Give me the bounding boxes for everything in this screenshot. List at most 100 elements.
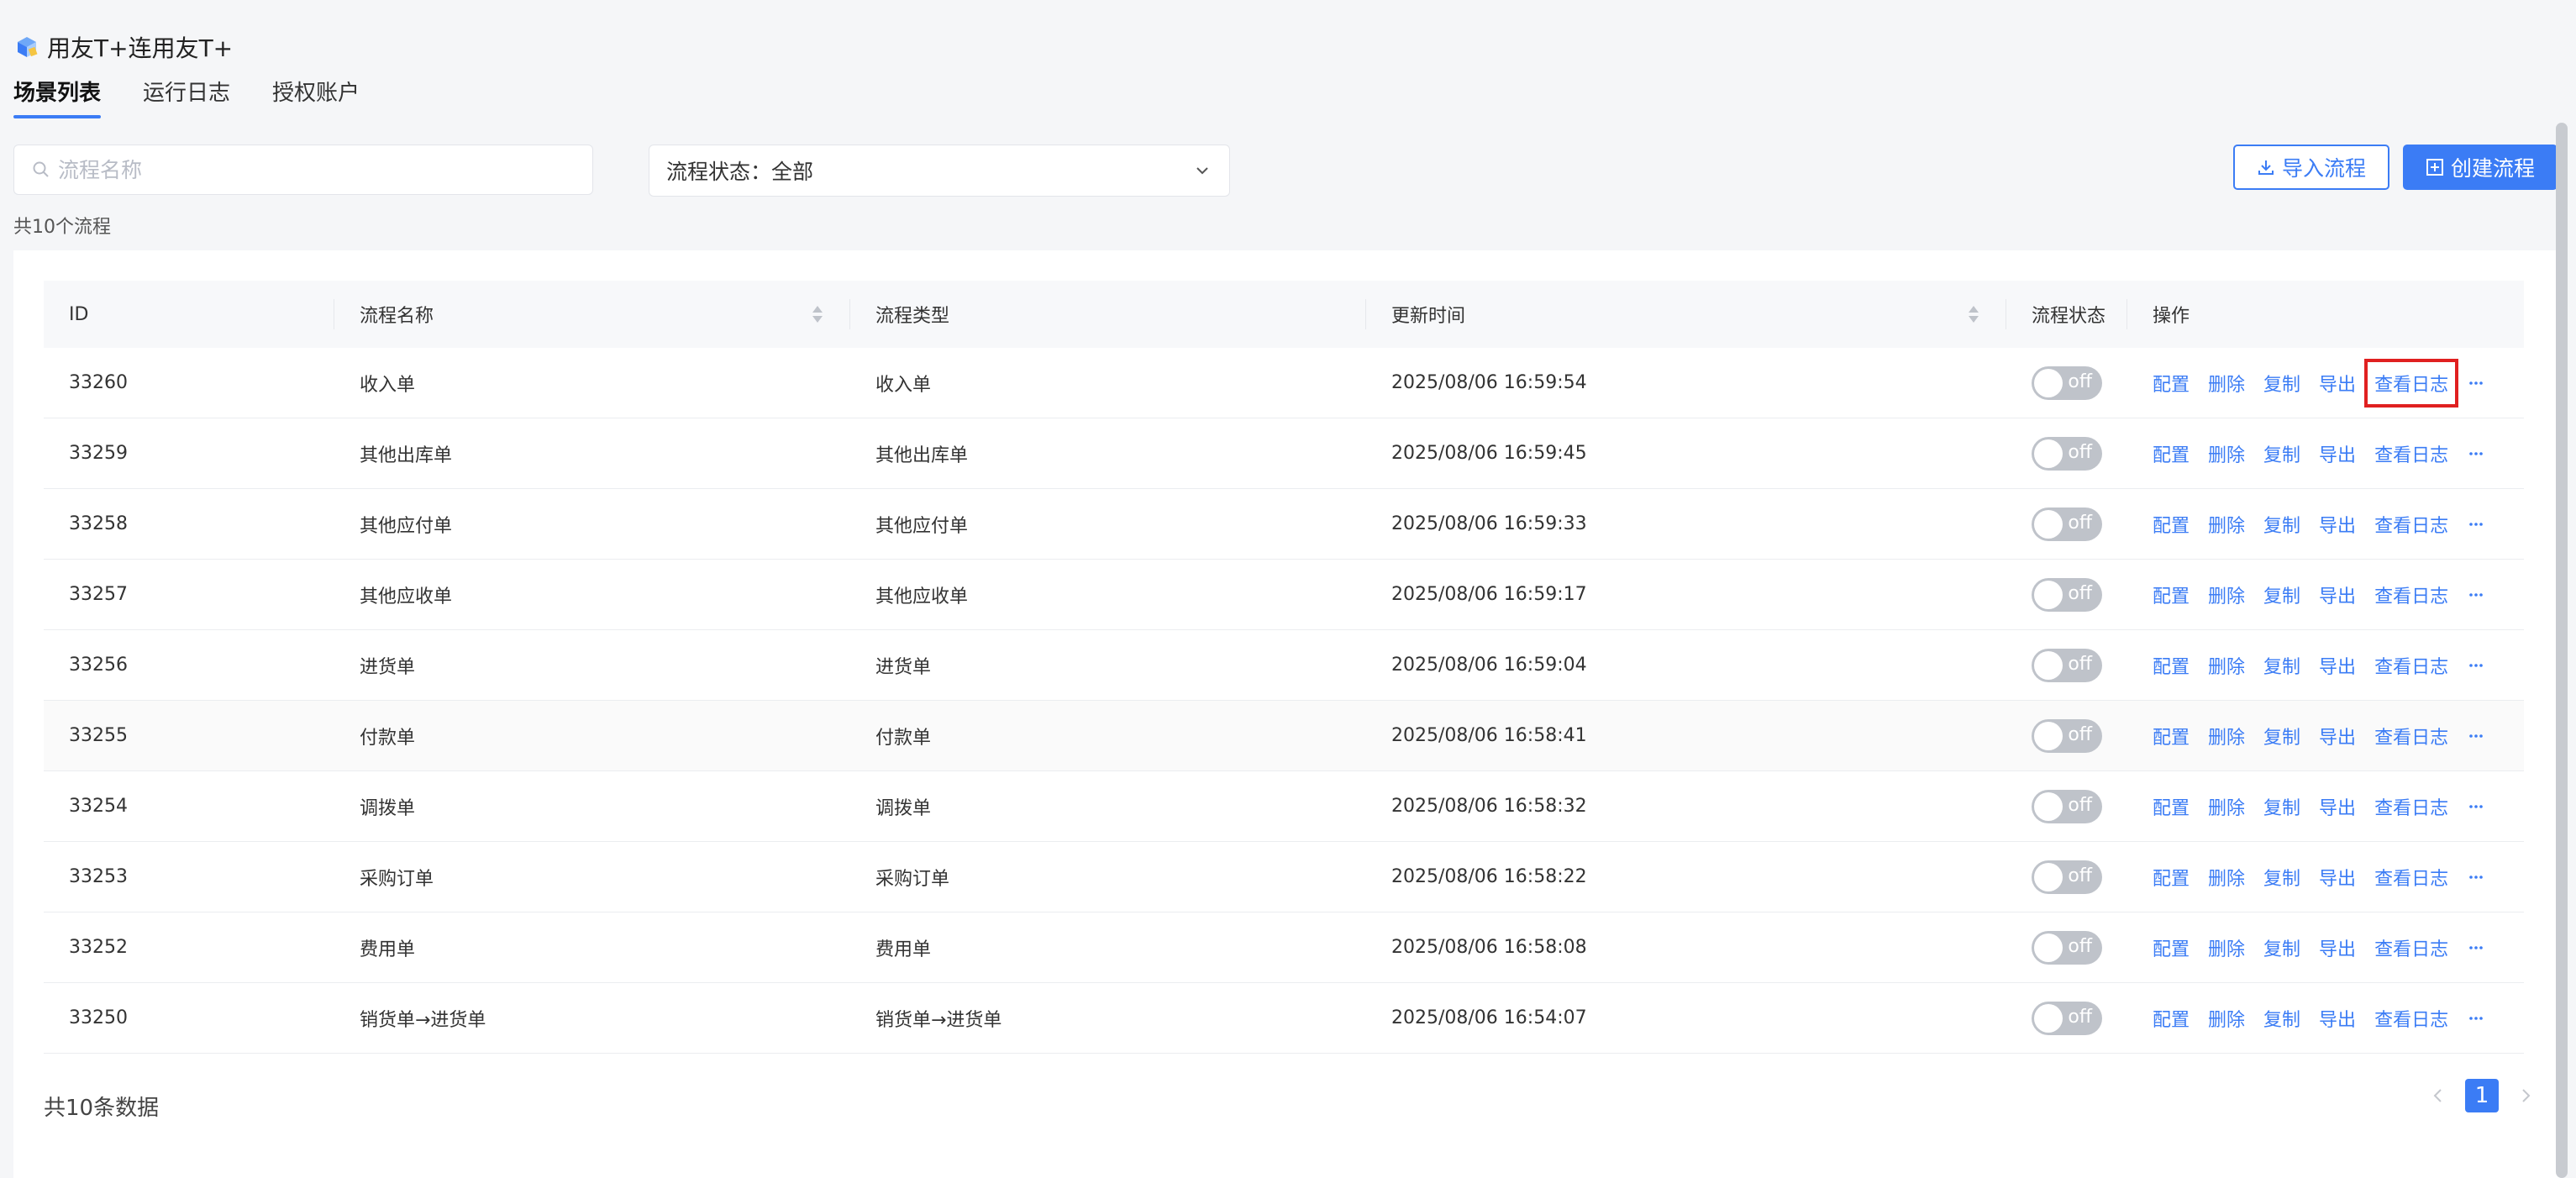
more-icon[interactable]: [2467, 444, 2485, 463]
table-row[interactable]: 33257 其他应收单 其他应收单 2025/08/06 16:59:17 of…: [44, 560, 2524, 630]
table-row[interactable]: 33259 其他出库单 其他出库单 2025/08/06 16:59:45 of…: [44, 418, 2524, 489]
more-icon[interactable]: [2467, 939, 2485, 957]
config-button[interactable]: 配置: [2153, 370, 2190, 397]
cell-status: off: [2006, 718, 2127, 753]
status-toggle[interactable]: off: [2032, 365, 2102, 400]
table-row[interactable]: 33256 进货单 进货单 2025/08/06 16:59:04 off 配置…: [44, 630, 2524, 701]
more-icon[interactable]: [2467, 868, 2485, 886]
table-row[interactable]: 33258 其他应付单 其他应付单 2025/08/06 16:59:33 of…: [44, 489, 2524, 560]
header-updated[interactable]: 更新时间: [1366, 281, 2006, 348]
view-log-button[interactable]: 查看日志: [2374, 511, 2448, 538]
status-toggle[interactable]: off: [2032, 860, 2102, 894]
more-icon[interactable]: [2467, 515, 2485, 534]
export-button[interactable]: 导出: [2319, 934, 2356, 961]
more-icon[interactable]: [2467, 374, 2485, 392]
delete-button[interactable]: 删除: [2208, 723, 2245, 749]
delete-button[interactable]: 删除: [2208, 511, 2245, 538]
more-icon[interactable]: [2467, 656, 2485, 675]
copy-button[interactable]: 复制: [2263, 370, 2300, 397]
view-log-button[interactable]: 查看日志: [2374, 723, 2448, 749]
sort-icon[interactable]: [812, 304, 823, 324]
more-icon[interactable]: [2467, 797, 2485, 816]
copy-button[interactable]: 复制: [2263, 793, 2300, 820]
app-header: 用友T+连用友T+: [15, 29, 233, 66]
export-button[interactable]: 导出: [2319, 440, 2356, 467]
scrollbar[interactable]: [2556, 123, 2568, 1178]
export-button[interactable]: 导出: [2319, 864, 2356, 891]
table-row[interactable]: 33255 付款单 付款单 2025/08/06 16:58:41 off 配置…: [44, 701, 2524, 771]
export-button[interactable]: 导出: [2319, 581, 2356, 608]
page-number[interactable]: 1: [2465, 1079, 2499, 1112]
config-button[interactable]: 配置: [2153, 440, 2190, 467]
status-toggle[interactable]: off: [2032, 648, 2102, 682]
delete-button[interactable]: 删除: [2208, 370, 2245, 397]
more-icon[interactable]: [2467, 586, 2485, 604]
status-toggle[interactable]: off: [2032, 718, 2102, 753]
status-toggle[interactable]: off: [2032, 507, 2102, 541]
config-button[interactable]: 配置: [2153, 511, 2190, 538]
delete-button[interactable]: 删除: [2208, 1005, 2245, 1032]
copy-button[interactable]: 复制: [2263, 723, 2300, 749]
copy-button[interactable]: 复制: [2263, 652, 2300, 679]
status-toggle[interactable]: off: [2032, 436, 2102, 471]
copy-button[interactable]: 复制: [2263, 511, 2300, 538]
config-button[interactable]: 配置: [2153, 723, 2190, 749]
delete-button[interactable]: 删除: [2208, 864, 2245, 891]
table-row[interactable]: 33252 费用单 费用单 2025/08/06 16:58:08 off 配置…: [44, 912, 2524, 983]
create-flow-button[interactable]: 创建流程: [2403, 145, 2558, 190]
config-button[interactable]: 配置: [2153, 581, 2190, 608]
export-button[interactable]: 导出: [2319, 652, 2356, 679]
status-select[interactable]: 流程状态：全部: [649, 145, 1230, 197]
copy-button[interactable]: 复制: [2263, 440, 2300, 467]
view-log-button[interactable]: 查看日志: [2374, 581, 2448, 608]
view-log-button[interactable]: 查看日志: [2374, 793, 2448, 820]
header-name[interactable]: 流程名称: [334, 281, 850, 348]
more-icon[interactable]: [2467, 1009, 2485, 1028]
config-button[interactable]: 配置: [2153, 793, 2190, 820]
view-log-button[interactable]: 查看日志: [2374, 440, 2448, 467]
chevron-left-icon[interactable]: [2428, 1086, 2448, 1106]
table-row[interactable]: 33253 采购订单 采购订单 2025/08/06 16:58:22 off …: [44, 842, 2524, 912]
export-button[interactable]: 导出: [2319, 370, 2356, 397]
copy-button[interactable]: 复制: [2263, 581, 2300, 608]
delete-button[interactable]: 删除: [2208, 581, 2245, 608]
import-flow-button[interactable]: 导入流程: [2233, 145, 2389, 190]
delete-button[interactable]: 删除: [2208, 934, 2245, 961]
view-log-button[interactable]: 查看日志: [2374, 652, 2448, 679]
export-button[interactable]: 导出: [2319, 511, 2356, 538]
export-button[interactable]: 导出: [2319, 723, 2356, 749]
view-log-button[interactable]: 查看日志: [2374, 934, 2448, 961]
tab-run-log[interactable]: 运行日志: [143, 76, 230, 118]
table-row[interactable]: 33260 收入单 收入单 2025/08/06 16:59:54 off 配置…: [44, 348, 2524, 418]
status-toggle[interactable]: off: [2032, 930, 2102, 965]
view-log-button[interactable]: 查看日志: [2364, 358, 2459, 408]
delete-button[interactable]: 删除: [2208, 440, 2245, 467]
table-row[interactable]: 33254 调拨单 调拨单 2025/08/06 16:58:32 off 配置…: [44, 771, 2524, 842]
search-input[interactable]: [56, 156, 564, 183]
search-icon: [33, 161, 49, 177]
config-button[interactable]: 配置: [2153, 652, 2190, 679]
table-row[interactable]: 33250 销货单→进货单 销货单→进货单 2025/08/06 16:54:0…: [44, 983, 2524, 1054]
copy-button[interactable]: 复制: [2263, 864, 2300, 891]
view-log-button[interactable]: 查看日志: [2374, 1005, 2448, 1032]
sort-icon[interactable]: [1968, 304, 1979, 324]
export-button[interactable]: 导出: [2319, 1005, 2356, 1032]
chevron-right-icon[interactable]: [2516, 1086, 2536, 1106]
status-toggle[interactable]: off: [2032, 1001, 2102, 1035]
view-log-button[interactable]: 查看日志: [2374, 864, 2448, 891]
tab-auth-accounts[interactable]: 授权账户: [272, 76, 360, 118]
status-toggle[interactable]: off: [2032, 789, 2102, 823]
export-button[interactable]: 导出: [2319, 793, 2356, 820]
tab-scene-list[interactable]: 场景列表: [13, 76, 102, 118]
delete-button[interactable]: 删除: [2208, 652, 2245, 679]
copy-button[interactable]: 复制: [2263, 1005, 2300, 1032]
cell-status: off: [2006, 860, 2127, 894]
config-button[interactable]: 配置: [2153, 864, 2190, 891]
config-button[interactable]: 配置: [2153, 934, 2190, 961]
status-toggle[interactable]: off: [2032, 577, 2102, 612]
delete-button[interactable]: 删除: [2208, 793, 2245, 820]
copy-button[interactable]: 复制: [2263, 934, 2300, 961]
config-button[interactable]: 配置: [2153, 1005, 2190, 1032]
more-icon[interactable]: [2467, 727, 2485, 745]
search-box[interactable]: [13, 145, 593, 195]
